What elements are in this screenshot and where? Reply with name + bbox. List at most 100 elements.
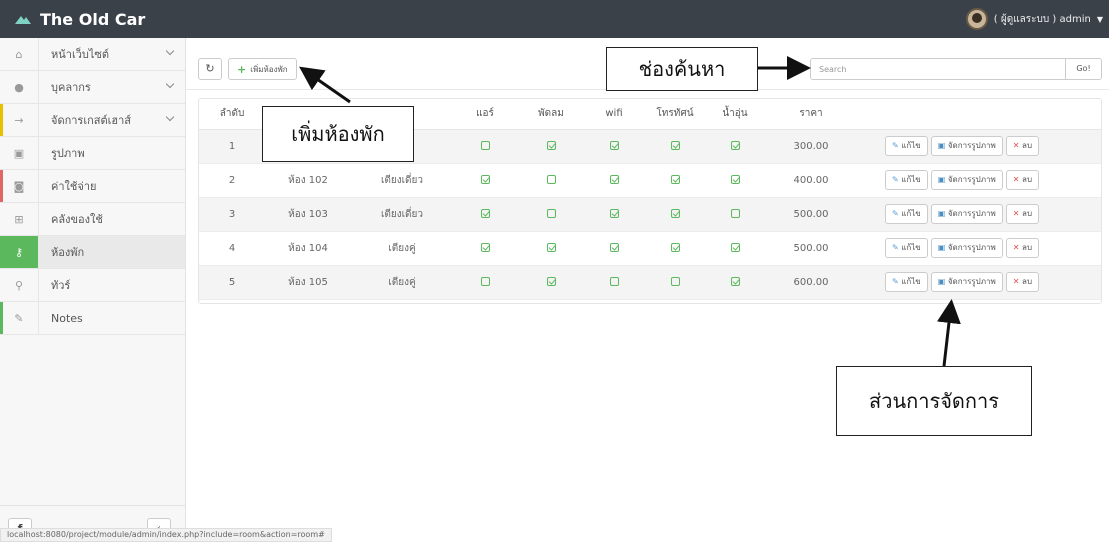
picture-icon: ▣ <box>937 141 946 150</box>
checkbox-icon <box>609 243 619 252</box>
edit-button[interactable]: ✎ แก้ไข <box>885 204 928 224</box>
sidebar-accent <box>0 302 3 334</box>
sidebar-item-label: รูปภาพ <box>51 147 85 160</box>
manage-images-button[interactable]: ▣ จัดการรูปภาพ <box>930 238 1003 258</box>
search-box: Go! <box>810 58 1102 80</box>
edit-label: แก้ไข <box>901 243 921 252</box>
delete-label: ลบ <box>1022 277 1033 286</box>
search-go-button[interactable]: Go! <box>1065 59 1101 79</box>
user-icon: ● <box>0 71 39 103</box>
close-icon: ✕ <box>1012 209 1020 218</box>
checkbox-icon <box>730 175 740 184</box>
user-menu[interactable]: ( ผู้ดูแลระบบ ) admin ▼ <box>965 0 1103 38</box>
air-cell <box>453 231 517 266</box>
checkbox-icon <box>730 243 740 252</box>
sidebar-item[interactable]: ⊞ คลังของใช้ <box>0 203 185 236</box>
manage-images-button[interactable]: ▣ จัดการรูปภาพ <box>930 204 1003 224</box>
checkbox-icon <box>546 277 556 286</box>
pencil-icon: ✎ <box>0 302 39 334</box>
room-name: ห้อง 102 <box>265 163 351 198</box>
checkbox-icon <box>480 141 490 150</box>
tv-cell <box>643 163 707 198</box>
row-number: 4 <box>199 231 265 266</box>
pencil-icon: ✎ <box>892 243 899 252</box>
sidebar-item[interactable]: ⚲ ทัวร์ <box>0 269 185 302</box>
row-actions: ✎ แก้ไข ▣ จัดการรูปภาพ ✕ ลบ <box>859 231 1101 266</box>
wifi-cell <box>585 231 643 266</box>
picture-icon: ▣ <box>937 277 946 286</box>
delete-button[interactable]: ✕ ลบ <box>1005 272 1040 292</box>
manage-images-label: จัดการรูปภาพ <box>947 141 996 150</box>
column-header: แอร์ <box>453 99 517 130</box>
column-header: ราคา <box>763 99 859 130</box>
air-cell <box>453 197 517 232</box>
edit-label: แก้ไข <box>901 209 921 218</box>
room-price: 400.00 <box>763 163 859 198</box>
column-header: wifi <box>585 99 643 130</box>
close-icon: ✕ <box>1012 175 1020 184</box>
room-type: เตียงเดี่ยว <box>351 163 453 198</box>
checkbox-icon <box>609 175 619 184</box>
fan-cell <box>517 265 585 300</box>
money-icon: ◙ <box>0 170 39 202</box>
row-actions: ✎ แก้ไข ▣ จัดการรูปภาพ ✕ ลบ <box>859 163 1101 198</box>
tv-cell <box>643 197 707 232</box>
checkbox-icon <box>730 277 740 286</box>
sidebar-item[interactable]: ✎ Notes <box>0 302 185 335</box>
edit-button[interactable]: ✎ แก้ไข <box>885 238 928 258</box>
sidebar-item[interactable]: ● บุคลากร <box>0 71 185 104</box>
row-actions: ✎ แก้ไข ▣ จัดการรูปภาพ ✕ ลบ <box>859 265 1101 300</box>
tv-cell <box>643 129 707 164</box>
row-actions: ✎ แก้ไข ▣ จัดการรูปภาพ ✕ ลบ <box>859 197 1101 232</box>
checkbox-icon <box>730 209 740 218</box>
sidebar-item-label: Notes <box>51 311 83 325</box>
wifi-cell <box>585 163 643 198</box>
row-number: 5 <box>199 265 265 300</box>
manage-images-button[interactable]: ▣ จัดการรูปภาพ <box>930 272 1003 292</box>
checkbox-icon <box>480 243 490 252</box>
edit-button[interactable]: ✎ แก้ไข <box>885 170 928 190</box>
caret-down-icon: ▼ <box>1096 14 1103 24</box>
edit-label: แก้ไข <box>901 277 921 286</box>
manage-images-button[interactable]: ▣ จัดการรูปภาพ <box>930 170 1003 190</box>
column-header: พัดลม <box>517 99 585 130</box>
refresh-button[interactable]: ↻ <box>198 58 222 80</box>
air-cell <box>453 163 517 198</box>
checkbox-icon <box>730 141 740 150</box>
table-row: 2 ห้อง 102 เตียงเดี่ยว 400.00 ✎ แก้ไข ▣ จัดกา… <box>199 163 1101 198</box>
delete-label: ลบ <box>1022 209 1033 218</box>
picture-icon: ▣ <box>937 209 946 218</box>
delete-button[interactable]: ✕ ลบ <box>1005 136 1040 156</box>
hot-water-cell <box>707 231 763 266</box>
delete-button[interactable]: ✕ ลบ <box>1005 204 1040 224</box>
map-marker-icon: ⚲ <box>0 269 39 301</box>
search-input[interactable] <box>811 59 1067 79</box>
checkbox-icon <box>670 243 680 252</box>
sidebar-item-label: ทัวร์ <box>51 279 71 292</box>
column-header: โทรทัศน์ <box>643 99 707 130</box>
add-room-label: เพิ่มห้องพัก <box>250 64 288 74</box>
manage-images-button[interactable]: ▣ จัดการรูปภาพ <box>930 136 1003 156</box>
hot-water-cell <box>707 265 763 300</box>
wifi-cell <box>585 265 643 300</box>
delete-button[interactable]: ✕ ลบ <box>1005 170 1040 190</box>
sidebar-item-label: คลังของใช้ <box>51 213 103 226</box>
checkbox-icon <box>480 209 490 218</box>
callout-search: ช่องค้นหา <box>606 47 758 91</box>
air-cell <box>453 265 517 300</box>
delete-button[interactable]: ✕ ลบ <box>1005 238 1040 258</box>
brand[interactable]: The Old Car <box>14 0 145 38</box>
edit-button[interactable]: ✎ แก้ไข <box>885 272 928 292</box>
sidebar-item[interactable]: → จัดการเกสต์เฮาส์ <box>0 104 185 137</box>
sidebar-item[interactable]: ⌂ หน้าเว็บไซต์ <box>0 38 185 71</box>
add-room-button[interactable]: + เพิ่มห้องพัก <box>228 58 297 80</box>
pencil-icon: ✎ <box>892 175 899 184</box>
edit-button[interactable]: ✎ แก้ไข <box>885 136 928 156</box>
sidebar-item[interactable]: ▣ รูปภาพ <box>0 137 185 170</box>
sidebar-item[interactable]: ◙ ค่าใช้จ่าย <box>0 170 185 203</box>
room-name: ห้อง 105 <box>265 265 351 300</box>
checkbox-icon <box>546 209 556 218</box>
home-icon: ⌂ <box>0 38 39 70</box>
fan-cell <box>517 163 585 198</box>
sidebar-item[interactable]: ⚷ ห้องพัก <box>0 236 185 269</box>
